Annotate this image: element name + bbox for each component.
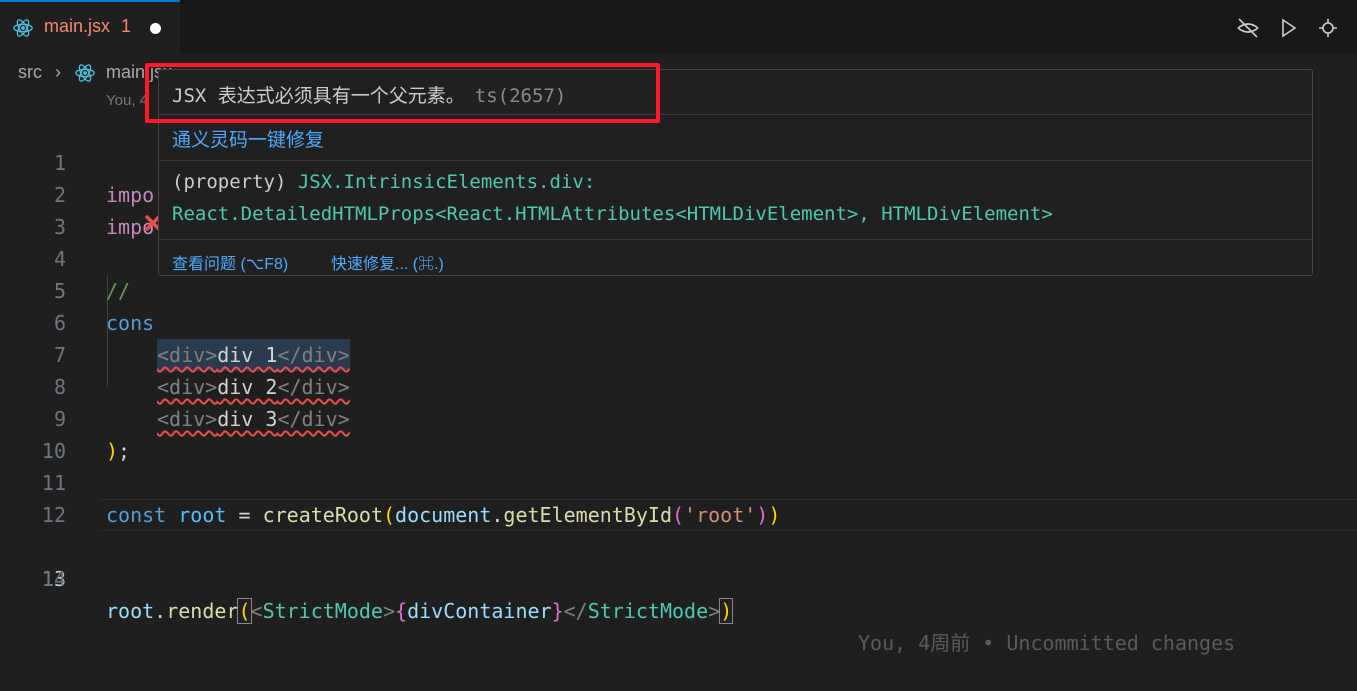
jsx-angle: < — [250, 599, 263, 623]
quick-fix-link[interactable]: 快速修复... (⌘.) — [331, 250, 444, 274]
signature-line: React.DetailedHTMLProps<React.HTMLAttrib… — [172, 203, 1053, 225]
jsx-angle: </ — [563, 599, 588, 623]
react-icon — [13, 19, 33, 37]
code-line: 11 const root = createRoot(document.getE… — [0, 435, 1357, 527]
tab-bar: main.jsx 1 — [0, 0, 1357, 54]
code-line: 7 <div>div 2</div> — [0, 307, 1357, 399]
method-name: render — [166, 599, 239, 623]
view-problem-link[interactable]: 查看问题 (⌥F8) — [172, 250, 288, 274]
code-text: root.render(<StrictMode>{divContainer}</… — [106, 595, 734, 627]
hover-signature-row: (property) JSX.IntrinsicElements.div: Re… — [159, 161, 1312, 240]
eye-closed-icon[interactable] — [1236, 16, 1260, 40]
signature-line: (property) JSX.IntrinsicElements.div: — [172, 171, 595, 193]
code-line: 6 <div>div 1</div> — [0, 275, 1357, 371]
unsaved-dot-icon[interactable] — [150, 23, 161, 34]
chevron-right-icon: › — [55, 62, 61, 82]
code-line: 14 — [0, 531, 1357, 591]
code-line: 10 — [0, 403, 1357, 463]
tab-filename: main.jsx — [44, 16, 111, 36]
code-line-current: 13 root.render(<StrictMode>{divContainer… — [0, 499, 1357, 655]
breadcrumb-folder[interactable]: src — [18, 62, 42, 83]
compare-changes-icon[interactable] — [1316, 16, 1340, 40]
tab-main-jsx[interactable]: main.jsx 1 — [0, 0, 180, 54]
tab-problem-count: 1 — [121, 16, 132, 36]
run-icon[interactable] — [1276, 16, 1300, 40]
brace: { — [395, 599, 408, 623]
hover-actions: 查看问题 (⌥F8) 快速修复... (⌘.) — [159, 240, 1312, 276]
dot: . — [154, 599, 167, 623]
highlight-box — [145, 63, 660, 123]
signature-prefix: (property) — [172, 171, 298, 193]
git-blame-lens[interactable]: You, 4周前 • Uncommitted changes — [858, 627, 1235, 659]
identifier: divContainer — [407, 599, 552, 623]
react-icon — [75, 64, 95, 82]
paren: ( — [237, 598, 252, 624]
jsx-tag: StrictMode — [262, 599, 383, 623]
code-line: 9 ); — [0, 371, 1357, 463]
signature-type: JSX.IntrinsicElements.div: — [297, 171, 596, 193]
tab-label: main.jsx 1 — [44, 16, 131, 37]
identifier: root — [106, 599, 155, 623]
line-number: 14 — [41, 567, 66, 591]
jsx-angle: > — [382, 599, 396, 623]
blame-annotation: You, 4 — [106, 92, 148, 109]
ai-fix-link[interactable]: 通义灵码一键修复 — [172, 125, 324, 152]
brace: } — [551, 599, 564, 623]
jsx-angle: > — [708, 599, 721, 623]
code-line: 12 — [0, 467, 1357, 527]
current-line-highlight — [100, 499, 1357, 531]
paren: ) — [719, 598, 734, 624]
code-line: 8 <div>div 3</div> — [0, 339, 1357, 431]
jsx-tag: StrictMode — [587, 599, 709, 623]
